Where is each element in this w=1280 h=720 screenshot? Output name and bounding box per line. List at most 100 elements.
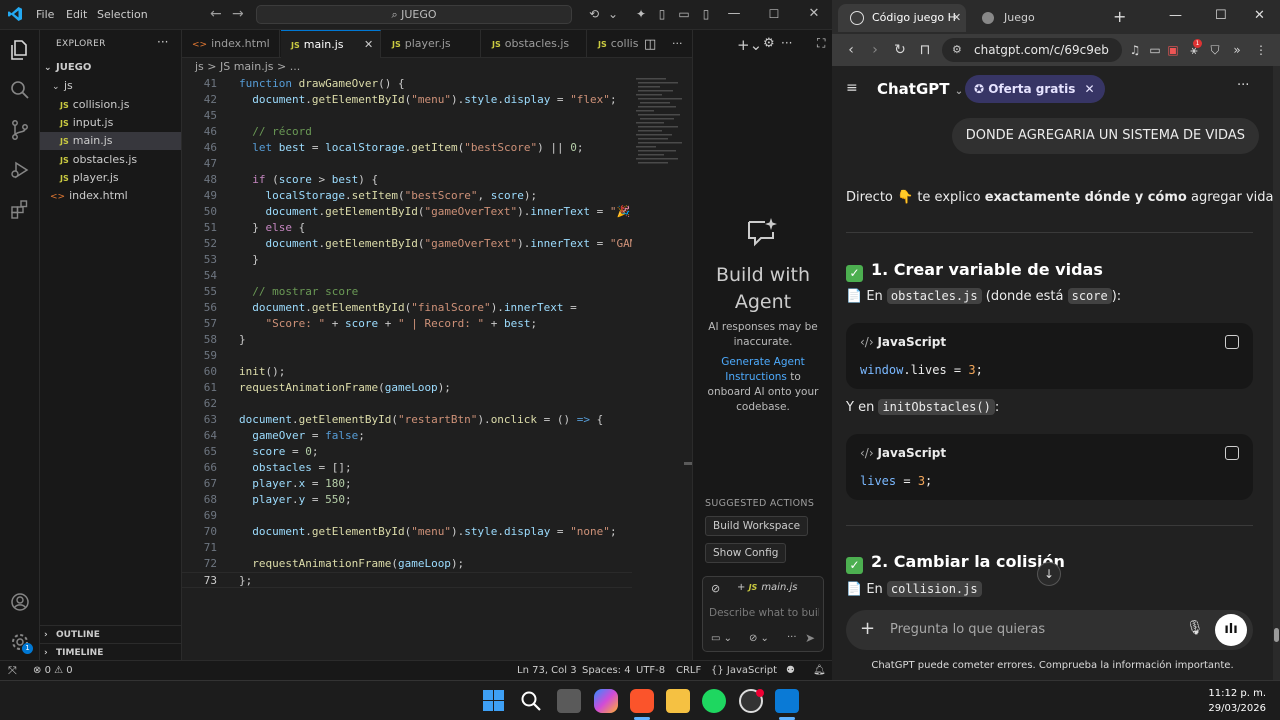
tab-player-js[interactable]: JS player.js xyxy=(382,30,481,58)
toggle-panel-icon[interactable]: ▭ xyxy=(677,7,691,21)
microphone-icon[interactable]: 🎙︎ xyxy=(1186,620,1204,636)
extensions-icon[interactable] xyxy=(8,198,32,222)
project-folder[interactable]: ⌄ JUEGO xyxy=(40,59,181,77)
copy-icon[interactable] xyxy=(1225,446,1239,460)
source-control-icon[interactable] xyxy=(8,118,32,142)
file-player[interactable]: JS player.js xyxy=(40,169,181,187)
tab-collision-js[interactable]: JS collis xyxy=(588,30,642,58)
search-icon[interactable] xyxy=(520,690,542,712)
close-icon[interactable]: ✕ xyxy=(1254,8,1265,23)
message-composer[interactable]: + Pregunta lo que quieras 🎙︎ ılı xyxy=(846,610,1253,650)
breadcrumb[interactable]: js > JS main.js > ... xyxy=(182,58,692,76)
menu-edit[interactable]: Edit xyxy=(66,8,87,21)
maximize-icon[interactable]: ☐ xyxy=(1215,8,1227,23)
problems-indicator[interactable]: ⊗ 0 ⚠ 0 xyxy=(33,665,73,676)
tab-index-html[interactable]: <> index.html xyxy=(182,30,280,58)
outline-section[interactable]: › OUTLINE xyxy=(40,625,181,643)
vpn-icon[interactable]: ⛉ xyxy=(1206,41,1224,59)
spotify-icon[interactable] xyxy=(702,689,726,713)
sidebar-toggle-icon[interactable]: ≡ xyxy=(846,80,858,96)
search-icon[interactable] xyxy=(8,78,32,102)
gear-icon[interactable]: ⚙ xyxy=(763,36,775,51)
windows-start-icon[interactable] xyxy=(483,690,504,711)
toggle-secondary-sidebar-icon[interactable]: ▯ xyxy=(699,7,713,21)
vscode-app-icon[interactable] xyxy=(775,689,799,713)
model-selector[interactable]: ChatGPT ⌄ xyxy=(877,80,963,98)
close-offer-icon[interactable]: ✕ xyxy=(1085,82,1095,96)
add-attachment-icon[interactable]: + xyxy=(860,618,875,639)
account-icon[interactable] xyxy=(8,590,32,614)
reload-icon[interactable]: ↻ xyxy=(891,41,909,59)
tab-close-icon[interactable]: ✕ xyxy=(364,31,373,58)
sidebar-icon[interactable]: ▭ xyxy=(1146,41,1164,59)
show-config-button[interactable]: Show Config xyxy=(705,543,787,563)
encoding[interactable]: UTF-8 xyxy=(636,665,665,676)
maximize-icon[interactable]: ☐ xyxy=(767,7,781,21)
brave-shield-icon[interactable]: ▣ xyxy=(1164,41,1182,59)
model-picker-icon[interactable]: ⊘ ⌄ xyxy=(749,633,769,644)
forward-arrow-icon[interactable]: → xyxy=(232,6,244,22)
voice-mode-icon[interactable]: ılı xyxy=(1215,614,1247,646)
prompt-input[interactable]: Pregunta lo que quieras xyxy=(890,622,1045,637)
menu-selection[interactable]: Selection xyxy=(97,8,148,21)
tab-obstacles-js[interactable]: JS obstacles.js xyxy=(482,30,587,58)
back-icon[interactable]: ‹ xyxy=(842,41,860,59)
address-bar[interactable]: ⚙ chatgpt.com/c/69c9eb xyxy=(942,38,1122,62)
bookmark-icon[interactable]: ⊓ xyxy=(916,41,934,59)
minimize-icon[interactable]: — xyxy=(727,7,741,21)
file-input[interactable]: JS input.js xyxy=(40,114,181,132)
file-index-html[interactable]: <> index.html xyxy=(40,187,181,205)
copilot-icon[interactable]: ⟲ xyxy=(587,7,601,21)
line-ending[interactable]: CRLF xyxy=(676,665,701,676)
file-collision[interactable]: JS collision.js xyxy=(40,96,181,114)
language-mode[interactable]: {} JavaScript xyxy=(711,665,777,676)
copy-icon[interactable] xyxy=(1225,335,1239,349)
file-main[interactable]: JS main.js xyxy=(40,132,181,150)
copilot-status-icon[interactable]: ⚉ xyxy=(786,665,795,676)
minimap[interactable] xyxy=(632,76,692,660)
close-icon[interactable]: ✕ xyxy=(807,7,821,21)
split-editor-icon[interactable]: ◫ xyxy=(644,37,656,52)
chevron-down-icon[interactable]: ⌄ xyxy=(606,7,620,21)
menu-file[interactable]: File xyxy=(36,8,54,21)
explorer-icon[interactable] xyxy=(8,38,32,62)
copilot-chat-icon[interactable]: ✦ xyxy=(634,7,648,21)
context-file-chip[interactable]: + JS main.js xyxy=(737,582,797,593)
page-scrollbar[interactable] xyxy=(1273,66,1280,680)
code-editor[interactable]: 41 function drawGameOver() { 42 document.… xyxy=(182,76,632,660)
task-view-icon[interactable] xyxy=(557,689,581,713)
attach-icon[interactable]: ⊘ xyxy=(711,582,720,595)
folder-js[interactable]: ⌄ js xyxy=(40,77,181,95)
browser-tab-juego[interactable]: Juego xyxy=(970,4,1080,32)
scrollbar-thumb[interactable] xyxy=(1274,628,1279,642)
back-arrow-icon[interactable]: ← xyxy=(210,6,222,22)
cursor-position[interactable]: Ln 73, Col 3 xyxy=(517,665,577,676)
notifications-bell-icon[interactable]: 🔔︎ xyxy=(813,665,826,676)
command-center-search[interactable]: ⌕ JUEGO xyxy=(256,5,572,24)
file-explorer-icon[interactable] xyxy=(666,689,690,713)
build-workspace-button[interactable]: Build Workspace xyxy=(705,516,809,536)
site-info-icon[interactable]: ⚙ xyxy=(952,38,962,62)
agent-mode-icon[interactable]: ▭ ⌄ xyxy=(711,633,732,644)
tab-close-icon[interactable]: ✕ xyxy=(952,4,961,32)
chat-input-box[interactable]: ⊘ + JS main.js Describe what to buil ▭ ⌄ … xyxy=(702,576,824,652)
remote-icon[interactable]: ⤧ xyxy=(8,664,17,678)
minimap-scroll-indicator[interactable] xyxy=(684,462,692,465)
scroll-down-button[interactable]: ↓ xyxy=(1037,562,1061,586)
more-actions-icon[interactable]: ··· xyxy=(157,35,168,49)
more-extensions-icon[interactable]: » xyxy=(1228,41,1246,59)
menu-icon[interactable]: ⋮ xyxy=(1252,41,1270,59)
minimize-icon[interactable]: — xyxy=(1169,8,1182,23)
browser-tab-chatgpt[interactable]: Código juego H ✕ xyxy=(838,4,966,32)
more-icon[interactable]: ··· xyxy=(787,632,797,643)
copilot-app-icon[interactable] xyxy=(594,689,618,713)
media-icon[interactable]: ♫ xyxy=(1126,41,1144,59)
chat-input[interactable]: Describe what to buil xyxy=(709,607,819,619)
indentation[interactable]: Spaces: 4 xyxy=(582,665,631,676)
run-debug-icon[interactable] xyxy=(8,158,32,182)
send-icon[interactable]: ➤ xyxy=(805,631,815,645)
toggle-sidebar-icon[interactable]: ▯ xyxy=(655,7,669,21)
timeline-section[interactable]: › TIMELINE xyxy=(40,643,181,661)
add-icon[interactable]: +⌄ xyxy=(737,36,762,54)
system-clock[interactable]: 11:12 p. m. 29/03/2026 xyxy=(1208,686,1266,716)
